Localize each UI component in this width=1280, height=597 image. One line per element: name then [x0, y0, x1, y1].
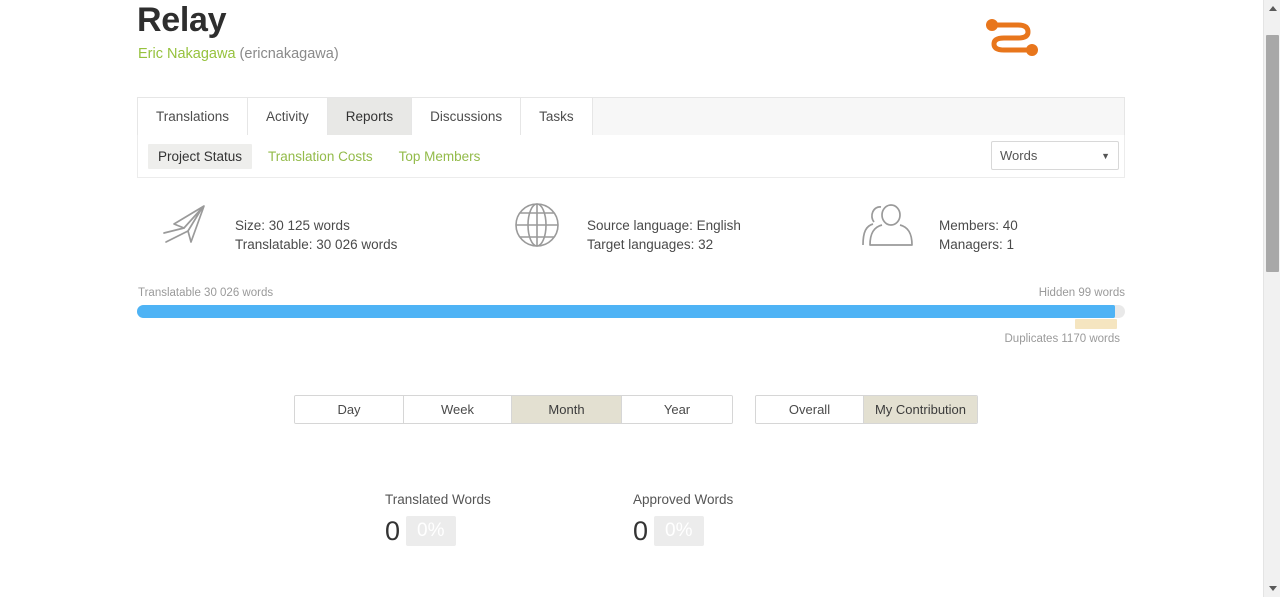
tab-label: Discussions: [430, 109, 503, 124]
translatable-progress-bar: [137, 305, 1125, 318]
stat-value: 0: [633, 516, 649, 546]
subtab-label: Translation Costs: [268, 148, 373, 164]
progress-hidden-label: Hidden 99 words: [1038, 287, 1125, 299]
duplicates-bar: [1075, 319, 1117, 329]
report-controls: Day Week Month Year Overall My Contribut…: [294, 395, 978, 424]
subtab-label: Project Status: [158, 148, 243, 164]
owner-name-link[interactable]: Eric Nakagawa: [138, 46, 236, 62]
scope-button-overall[interactable]: Overall: [756, 396, 864, 423]
stat-value: 0: [385, 516, 401, 546]
stat-row: 0 0%: [633, 516, 881, 546]
subtab-project-status[interactable]: Project Status: [148, 143, 253, 169]
page-title: Relay: [137, 1, 227, 39]
stat-title: Approved Words: [633, 492, 734, 507]
members-icon: [857, 196, 921, 254]
scroll-down-arrow-icon[interactable]: [1264, 580, 1280, 597]
period-button-label: Week: [441, 402, 474, 417]
scope-button-group: Overall My Contribution: [755, 395, 978, 424]
tab-label: Tasks: [539, 109, 574, 124]
summary-languages: Source language: English Target language…: [489, 196, 841, 274]
tab-reports[interactable]: Reports: [327, 98, 413, 135]
summary-line-2: Target languages: 32: [587, 237, 714, 252]
period-button-week[interactable]: Week: [404, 396, 512, 423]
report-subtabs: Project Status Translation Costs Top Mem…: [137, 135, 1125, 177]
subtab-translation-costs[interactable]: Translation Costs: [258, 144, 383, 169]
stat-percent-badge: 0%: [406, 516, 456, 546]
tab-translations[interactable]: Translations: [138, 98, 249, 135]
section-divider: [137, 177, 1125, 178]
scope-button-label: Overall: [788, 402, 831, 417]
globe-icon: [505, 196, 569, 254]
scroll-up-arrow-icon[interactable]: [1264, 0, 1280, 17]
stat-title: Translated Words: [385, 492, 491, 507]
owner-handle: (ericnakagawa): [239, 46, 339, 62]
summary-size-text: Size: 30 125 words Translatable: 30 026 …: [235, 196, 397, 254]
chevron-down-icon: ▼: [1101, 150, 1110, 161]
stat-approved-words: Approved Words 0 0%: [633, 490, 881, 546]
contribution-stats: Translated Words 0 0% Approved Words 0 0…: [385, 490, 881, 546]
scrollbar-thumb[interactable]: [1266, 35, 1279, 272]
period-button-label: Year: [663, 402, 691, 417]
project-summary: Size: 30 125 words Translatable: 30 026 …: [137, 196, 1125, 274]
tab-label: Activity: [266, 109, 309, 124]
stat-row: 0 0%: [385, 516, 633, 546]
period-button-month[interactable]: Month: [512, 396, 622, 423]
tab-discussions[interactable]: Discussions: [412, 98, 522, 135]
paper-plane-icon: [153, 196, 217, 254]
tab-label: Reports: [345, 109, 394, 124]
summary-line-1: Source language: English: [587, 218, 741, 233]
unit-select-value: Words: [1000, 148, 1038, 163]
stat-translated-words: Translated Words 0 0%: [385, 490, 633, 546]
tab-label: Translations: [156, 109, 230, 124]
summary-line-2: Translatable: 30 026 words: [235, 237, 398, 252]
project-owner: Eric Nakagawa (ericnakagawa): [138, 44, 339, 64]
stat-percent-badge: 0%: [654, 516, 704, 546]
duplicates-label: Duplicates 1170 words: [1004, 333, 1121, 345]
subtab-top-members[interactable]: Top Members: [389, 144, 491, 169]
summary-size: Size: 30 125 words Translatable: 30 026 …: [137, 196, 489, 274]
summary-line-2: Managers: 1: [939, 237, 1015, 252]
summary-members-text: Members: 40 Managers: 1: [939, 196, 1018, 254]
period-button-day[interactable]: Day: [295, 396, 404, 423]
period-button-label: Month: [548, 402, 585, 417]
summary-languages-text: Source language: English Target language…: [587, 196, 741, 254]
period-button-label: Day: [337, 402, 361, 417]
scope-button-label: My Contribution: [874, 402, 967, 417]
progress-left-label: Translatable 30 026 words: [138, 287, 274, 299]
progress-fill: [137, 305, 1116, 318]
relay-logo: [982, 14, 1044, 60]
main-tabbar: Translations Activity Reports Discussion…: [137, 97, 1125, 135]
period-button-group: Day Week Month Year: [294, 395, 733, 424]
tab-tasks[interactable]: Tasks: [521, 98, 593, 135]
tab-activity[interactable]: Activity: [248, 98, 328, 135]
page-root: Relay Eric Nakagawa (ericnakagawa) Trans…: [0, 0, 1280, 597]
subtab-label: Top Members: [398, 148, 481, 164]
summary-line-1: Members: 40: [939, 218, 1018, 233]
unit-select[interactable]: Words ▼: [991, 141, 1119, 170]
summary-line-1: Size: 30 125 words: [235, 218, 350, 233]
scope-button-my-contribution[interactable]: My Contribution: [864, 396, 977, 423]
vertical-scrollbar[interactable]: [1263, 0, 1280, 597]
tabbar-filler: [592, 98, 1124, 135]
summary-members: Members: 40 Managers: 1: [841, 196, 1125, 274]
period-button-year[interactable]: Year: [622, 396, 732, 423]
